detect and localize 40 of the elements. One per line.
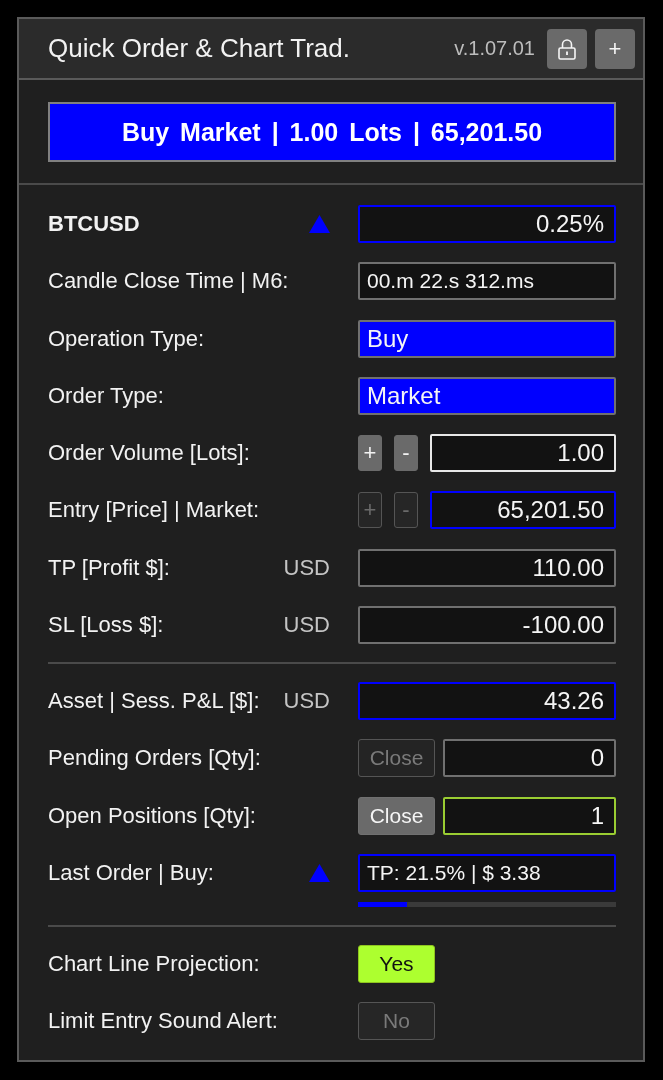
currency-label: USD [283,554,330,581]
currency-label: USD [283,688,330,715]
lock-button[interactable] [547,28,587,69]
field-label: Entry [Price] | Market: [48,497,260,524]
field-label: TP [Profit $]: [48,554,170,581]
status-display: TP: 21.5% | $ 3.38 [358,853,616,892]
version-label: v.1.07.01 [454,37,535,60]
value-display: 43.26 [358,682,616,721]
status-display: 00.m 22.s 312.ms [358,262,616,301]
field-label: SL [Loss $]: [48,612,164,639]
field-label: Limit Entry Sound Alert: [48,1008,278,1035]
field-label: Chart Line Projection: [48,950,260,977]
field-label: Last Order | Buy: [48,859,214,886]
value-display: 0.25% [358,205,616,243]
symbol-label: BTCUSD [48,211,140,237]
toggle-button[interactable]: Yes [358,944,435,983]
add-button[interactable]: + [595,28,635,69]
currency-label: USD [283,612,330,639]
stepper-button[interactable]: - [394,435,418,472]
field-label: Order Volume [Lots]: [48,440,250,467]
input-field[interactable]: 1.00 [430,434,616,473]
stepper-button[interactable]: + [358,435,382,472]
field-label: Asset | Sess. P&L [$]: [48,688,260,715]
close-button[interactable]: Close [358,796,435,835]
select-field[interactable]: Buy [358,319,616,358]
field-label: Pending Orders [Qty]: [48,745,261,772]
field-label: Operation Type: [48,325,205,352]
input-field[interactable]: -100.00 [358,606,616,645]
order-button[interactable]: Buy Market | 1.00 Lots | 65,201.50 [48,102,616,162]
value-display: 1 [443,796,616,835]
input-field[interactable]: 110.00 [358,548,616,587]
input-field[interactable]: 65,201.50 [430,491,616,530]
field-label: Open Positions [Qty]: [48,802,256,829]
toggle-button[interactable]: No [358,1002,435,1041]
select-field[interactable]: Market [358,376,616,415]
value-display: 0 [443,739,616,778]
field-label: Candle Close Time | M6: [48,268,289,295]
window-title: Quick Order & Chart Trad. [48,33,350,64]
lock-icon [558,37,576,60]
field-label: Order Type: [48,382,164,409]
